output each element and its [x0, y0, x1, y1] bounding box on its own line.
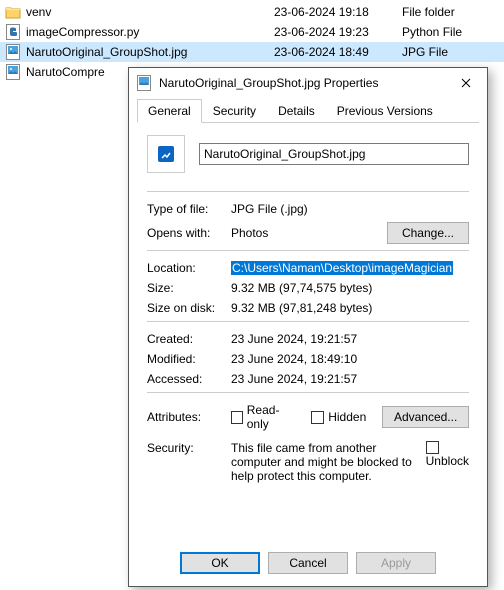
size-on-disk-value: 9.32 MB (97,81,248 bytes)	[231, 301, 469, 315]
filename-input[interactable]	[199, 143, 469, 165]
file-name: venv	[26, 5, 274, 19]
size-value: 9.32 MB (97,74,575 bytes)	[231, 281, 469, 295]
opens-with-label: Opens with:	[147, 226, 231, 240]
dialog-buttons: OK Cancel Apply	[129, 552, 487, 574]
file-date: 23-06-2024 19:23	[274, 25, 402, 39]
file-date: 23-06-2024 18:49	[274, 45, 402, 59]
tab-security[interactable]: Security	[202, 99, 267, 123]
title-bar[interactable]: NarutoOriginal_GroupShot.jpg Properties	[129, 68, 487, 98]
tab-strip: General Security Details Previous Versio…	[137, 98, 479, 123]
image-file-icon	[135, 74, 153, 92]
accessed-label: Accessed:	[147, 372, 231, 386]
advanced-button[interactable]: Advanced...	[382, 406, 469, 428]
image-icon	[4, 63, 22, 81]
type-of-file-label: Type of file:	[147, 202, 231, 216]
checkbox-icon	[311, 411, 324, 424]
readonly-label: Read-only	[247, 403, 295, 431]
folder-icon	[4, 3, 22, 21]
location-label: Location:	[147, 261, 231, 275]
dialog-title: NarutoOriginal_GroupShot.jpg Properties	[159, 76, 451, 90]
security-label: Security:	[147, 441, 231, 483]
tab-previous-versions[interactable]: Previous Versions	[326, 99, 444, 123]
properties-dialog: NarutoOriginal_GroupShot.jpg Properties …	[128, 67, 488, 587]
opens-with-value: Photos	[231, 226, 268, 240]
modified-value: 23 June 2024, 18:49:10	[231, 352, 469, 366]
file-row[interactable]: imageCompressor.py 23-06-2024 19:23 Pyth…	[0, 22, 504, 42]
hidden-checkbox[interactable]: Hidden	[311, 410, 366, 424]
apply-button[interactable]: Apply	[356, 552, 436, 574]
readonly-checkbox[interactable]: Read-only	[231, 403, 295, 431]
tab-content: Type of file: JPG File (.jpg) Opens with…	[129, 123, 487, 501]
file-row-selected[interactable]: NarutoOriginal_GroupShot.jpg 23-06-2024 …	[0, 42, 504, 62]
tab-details[interactable]: Details	[267, 99, 326, 123]
attributes-label: Attributes:	[147, 410, 231, 424]
close-icon	[461, 78, 471, 88]
created-label: Created:	[147, 332, 231, 346]
cancel-button[interactable]: Cancel	[268, 552, 348, 574]
file-name: imageCompressor.py	[26, 25, 274, 39]
created-value: 23 June 2024, 19:21:57	[231, 332, 469, 346]
checkbox-icon	[231, 411, 243, 424]
file-row[interactable]: venv 23-06-2024 19:18 File folder	[0, 2, 504, 22]
change-button[interactable]: Change...	[387, 222, 469, 244]
type-of-file-value: JPG File (.jpg)	[231, 202, 469, 216]
python-icon	[4, 23, 22, 41]
security-text: This file came from another computer and…	[231, 441, 416, 483]
file-type: Python File	[402, 25, 500, 39]
file-date: 23-06-2024 19:18	[274, 5, 402, 19]
ok-button[interactable]: OK	[180, 552, 260, 574]
modified-label: Modified:	[147, 352, 231, 366]
location-value[interactable]: C:\Users\Naman\Desktop\imageMagician	[231, 261, 453, 275]
file-type: JPG File	[402, 45, 500, 59]
file-name: NarutoOriginal_GroupShot.jpg	[26, 45, 274, 59]
size-on-disk-label: Size on disk:	[147, 301, 231, 315]
checkbox-icon	[426, 441, 439, 454]
unblock-label: Unblock	[426, 454, 469, 468]
tab-general[interactable]: General	[137, 99, 202, 123]
hidden-label: Hidden	[328, 410, 366, 424]
image-icon	[4, 43, 22, 61]
accessed-value: 23 June 2024, 19:21:57	[231, 372, 469, 386]
file-type: File folder	[402, 5, 500, 19]
close-button[interactable]	[451, 71, 481, 95]
unblock-checkbox[interactable]: Unblock	[426, 441, 469, 468]
size-label: Size:	[147, 281, 231, 295]
file-type-icon	[147, 135, 185, 173]
